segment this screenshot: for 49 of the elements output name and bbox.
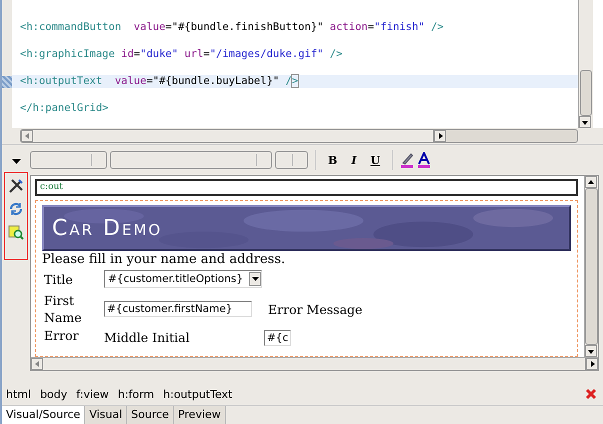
- intro-text: Please fill in your name and address.: [42, 252, 286, 268]
- style-dropdown[interactable]: [30, 151, 107, 169]
- scrollbar-thumb[interactable]: [580, 70, 592, 116]
- scrollbar[interactable]: [578, 0, 593, 128]
- breadcrumb-item[interactable]: f:view: [76, 388, 109, 400]
- scrollbar[interactable]: [20, 129, 578, 143]
- tab[interactable]: Visual: [85, 406, 128, 424]
- tab[interactable]: Visual/Source: [2, 406, 86, 424]
- input-field[interactable]: #{c: [264, 330, 292, 346]
- tab[interactable]: Preview: [174, 406, 226, 424]
- error-message: Error Message: [268, 302, 362, 316]
- scrollbar-thumb[interactable]: [33, 130, 434, 142]
- field-label: Error: [44, 327, 80, 344]
- dropdown-caret-icon[interactable]: [12, 159, 20, 164]
- code-line: <h:graphicImage id="duke" url="/images/duke.gif" />: [19, 47, 344, 62]
- title-dropdown[interactable]: #{customer.titleOptions}: [104, 270, 262, 288]
- scroll-right-button[interactable]: [586, 358, 598, 370]
- text-color-icon[interactable]: [417, 152, 432, 168]
- scroll-left-button[interactable]: [21, 130, 33, 142]
- field-label: First Name: [44, 292, 83, 326]
- scroll-left-button[interactable]: [31, 358, 43, 370]
- component-field: c:out: [35, 179, 578, 196]
- tools-icon[interactable]: [8, 178, 24, 194]
- code-line: <h:commandButton value="#{bundle.finishButton}" action="finish" />: [19, 20, 445, 35]
- breadcrumb-item[interactable]: h:form: [118, 388, 154, 400]
- underline-button[interactable]: U: [365, 154, 386, 166]
- breadcrumb-item[interactable]: html: [6, 388, 32, 400]
- scroll-down-button[interactable]: [585, 345, 597, 357]
- find-icon[interactable]: [8, 224, 24, 240]
- field-label: Middle Initial: [104, 330, 191, 346]
- scrollbar[interactable]: [584, 176, 598, 357]
- scroll-right-button[interactable]: [434, 130, 446, 142]
- breadcrumb-item[interactable]: body: [40, 388, 68, 400]
- scrollbar-thumb[interactable]: [585, 188, 598, 345]
- code-line: </h:panelGrid>: [19, 101, 110, 116]
- scroll-up-button[interactable]: [585, 176, 597, 188]
- tab[interactable]: Source: [127, 406, 174, 424]
- scroll-down-button[interactable]: [579, 116, 591, 128]
- refresh-icon[interactable]: [8, 201, 24, 217]
- banner-title: Car Demo: [51, 216, 162, 240]
- input-field[interactable]: #{customer.firstName}: [104, 301, 252, 317]
- close-icon[interactable]: [585, 388, 597, 400]
- size-dropdown[interactable]: [275, 151, 308, 169]
- highlight-color-icon[interactable]: [400, 152, 414, 168]
- field-label: Title: [44, 270, 74, 288]
- italic-button[interactable]: I: [346, 154, 362, 166]
- bold-button[interactable]: B: [323, 154, 342, 166]
- breadcrumb-item[interactable]: h:outputText: [163, 388, 232, 400]
- font-dropdown[interactable]: [110, 151, 272, 169]
